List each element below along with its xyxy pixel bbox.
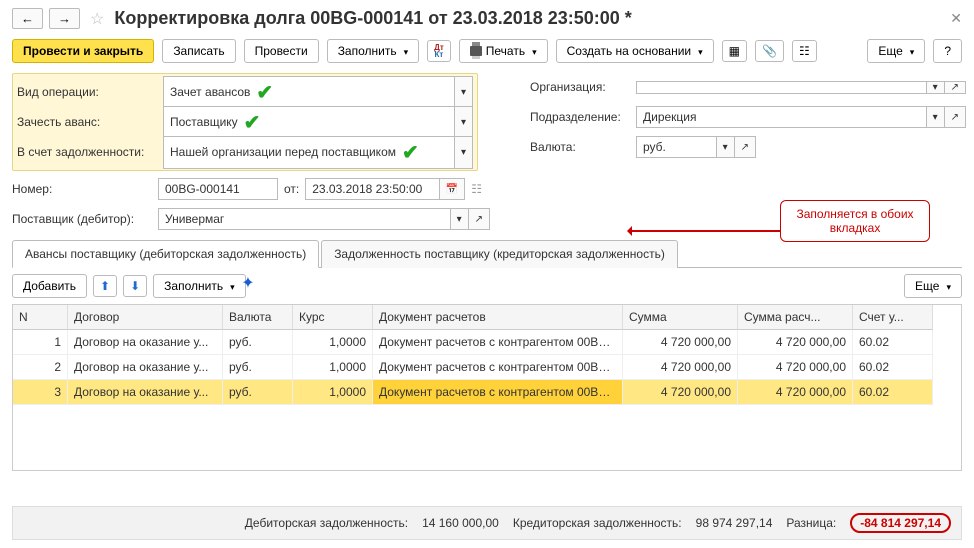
diff-value: -84 814 297,14 xyxy=(850,513,951,533)
col-doc[interactable]: Документ расчетов xyxy=(373,305,623,330)
org-label: Организация: xyxy=(530,80,630,94)
cred-label: Кредиторская задолженность: xyxy=(513,516,682,530)
create-based-on-button[interactable]: Создать на основании xyxy=(556,39,714,63)
post-button[interactable]: Провести xyxy=(244,39,319,63)
currency-label: Валюта: xyxy=(530,140,630,154)
dropdown-icon[interactable]: ▾ xyxy=(717,136,735,158)
form-left-column: Вид операции: Зачет авансов✔ ▾ Зачесть а… xyxy=(12,73,490,233)
main-toolbar: Провести и закрыть Записать Провести Зап… xyxy=(12,39,962,63)
supplier-label: Поставщик (дебитор): xyxy=(12,212,152,226)
division-field[interactable]: Дирекция ▾ ↗ xyxy=(636,106,966,128)
table-fill-button[interactable]: Заполнить ✦ xyxy=(153,274,245,298)
table: N Договор Валюта Курс Документ расчетов … xyxy=(12,304,962,471)
tab-debt[interactable]: Задолженность поставщику (кредиторская з… xyxy=(321,240,678,268)
table-toolbar: Добавить ⬆ ⬇ Заполнить ✦ Еще xyxy=(12,268,962,304)
report-icon-button[interactable]: ▦ xyxy=(722,40,747,62)
attach-button[interactable]: 📎 xyxy=(755,40,784,62)
number-field[interactable]: 00BG-000141 xyxy=(158,178,278,200)
table-header: N Договор Валюта Курс Документ расчетов … xyxy=(13,305,961,330)
division-label: Подразделение: xyxy=(530,110,630,124)
window: ← → ☆ Корректировка долга 00BG-000141 от… xyxy=(0,0,974,548)
op-type-label: Вид операции: xyxy=(17,85,157,99)
open-icon[interactable]: ↗ xyxy=(469,208,490,230)
calendar-icon[interactable]: 📅 xyxy=(440,178,465,200)
col-sum-calc[interactable]: Сумма расч... xyxy=(738,305,853,330)
move-up-button[interactable]: ⬆ xyxy=(93,275,117,297)
number-label: Номер: xyxy=(12,182,152,196)
window-title: Корректировка долга 00BG-000141 от 23.03… xyxy=(114,8,631,29)
tabs: Авансы поставщику (дебиторская задолженн… xyxy=(12,239,962,268)
date-field[interactable]: 23.03.2018 23:50:00 📅 xyxy=(305,178,465,200)
diff-label: Разница: xyxy=(786,516,836,530)
check-icon: ✔ xyxy=(244,110,261,135)
titlebar: ← → ☆ Корректировка долга 00BG-000141 от… xyxy=(12,8,962,29)
highlighted-fields: Вид операции: Зачет авансов✔ ▾ Зачесть а… xyxy=(12,73,478,171)
check-icon: ✔ xyxy=(402,140,419,165)
col-account[interactable]: Счет у... xyxy=(853,305,933,330)
fill-button[interactable]: Заполнить xyxy=(327,39,419,63)
cursor-sparkle-icon: ✦ xyxy=(241,273,254,293)
table-row[interactable]: 2 Договор на оказание у... руб. 1,0000 Д… xyxy=(13,355,961,380)
table-row[interactable]: 1 Договор на оказание у... руб. 1,0000 Д… xyxy=(13,330,961,355)
close-icon[interactable]: ✕ xyxy=(950,10,962,27)
open-icon[interactable]: ↗ xyxy=(735,136,756,158)
col-contract[interactable]: Договор xyxy=(68,305,223,330)
dtkt-button[interactable]: ДтКт xyxy=(427,40,451,62)
dropdown-icon[interactable]: ▾ xyxy=(451,208,469,230)
advance-label: Зачесть аванс: xyxy=(17,115,157,129)
callout-note: Заполняется в обоих вкладках xyxy=(780,200,930,242)
add-row-button[interactable]: Добавить xyxy=(12,274,87,298)
tab-advances[interactable]: Авансы поставщику (дебиторская задолженн… xyxy=(12,240,319,268)
col-rate[interactable]: Курс xyxy=(293,305,373,330)
move-down-button[interactable]: ⬇ xyxy=(123,275,147,297)
cred-value: 98 974 297,14 xyxy=(696,516,773,530)
post-and-close-button[interactable]: Провести и закрыть xyxy=(12,39,154,63)
print-button[interactable]: Печать xyxy=(459,39,548,63)
advance-field[interactable]: Поставщику✔ ▾ xyxy=(163,106,473,139)
org-field[interactable]: ▾ ↗ xyxy=(636,81,966,94)
more-button[interactable]: Еще xyxy=(867,39,925,63)
against-label: В счет задолженности: xyxy=(17,145,157,159)
form-mode-icon[interactable]: ☷ xyxy=(471,182,482,196)
printer-icon xyxy=(470,46,482,56)
check-icon: ✔ xyxy=(256,80,273,105)
against-field[interactable]: Нашей организации перед поставщиком✔ ▾ xyxy=(163,136,473,169)
help-button[interactable]: ? xyxy=(933,39,962,63)
favorite-star-icon[interactable]: ☆ xyxy=(86,9,108,29)
supplier-field[interactable]: Универмаг ▾ ↗ xyxy=(158,208,490,230)
currency-field[interactable]: руб. ▾ ↗ xyxy=(636,136,756,158)
dropdown-icon[interactable]: ▾ xyxy=(455,76,473,109)
forward-button[interactable]: → xyxy=(49,8,80,29)
col-n[interactable]: N xyxy=(13,305,68,330)
col-sum[interactable]: Сумма xyxy=(623,305,738,330)
back-button[interactable]: ← xyxy=(12,8,43,29)
table-row-selected[interactable]: 3 Договор на оказание у... руб. 1,0000 Д… xyxy=(13,380,961,405)
from-label: от: xyxy=(284,182,299,196)
statusbar: Дебиторская задолженность: 14 160 000,00… xyxy=(12,506,962,540)
op-type-field[interactable]: Зачет авансов✔ ▾ xyxy=(163,76,473,109)
dropdown-icon[interactable]: ▾ xyxy=(927,106,945,128)
open-icon[interactable]: ↗ xyxy=(945,106,966,128)
table-body: 1 Договор на оказание у... руб. 1,0000 Д… xyxy=(13,330,961,470)
dropdown-icon[interactable]: ▾ xyxy=(927,81,945,94)
save-button[interactable]: Записать xyxy=(162,39,235,63)
dropdown-icon[interactable]: ▾ xyxy=(455,106,473,139)
extra-icon-button[interactable]: ☷ xyxy=(792,40,817,62)
deb-value: 14 160 000,00 xyxy=(422,516,499,530)
open-icon[interactable]: ↗ xyxy=(945,81,966,94)
col-currency[interactable]: Валюта xyxy=(223,305,293,330)
deb-label: Дебиторская задолженность: xyxy=(245,516,408,530)
table-more-button[interactable]: Еще xyxy=(904,274,962,298)
dropdown-icon[interactable]: ▾ xyxy=(455,136,473,169)
callout-arrow xyxy=(630,230,780,232)
